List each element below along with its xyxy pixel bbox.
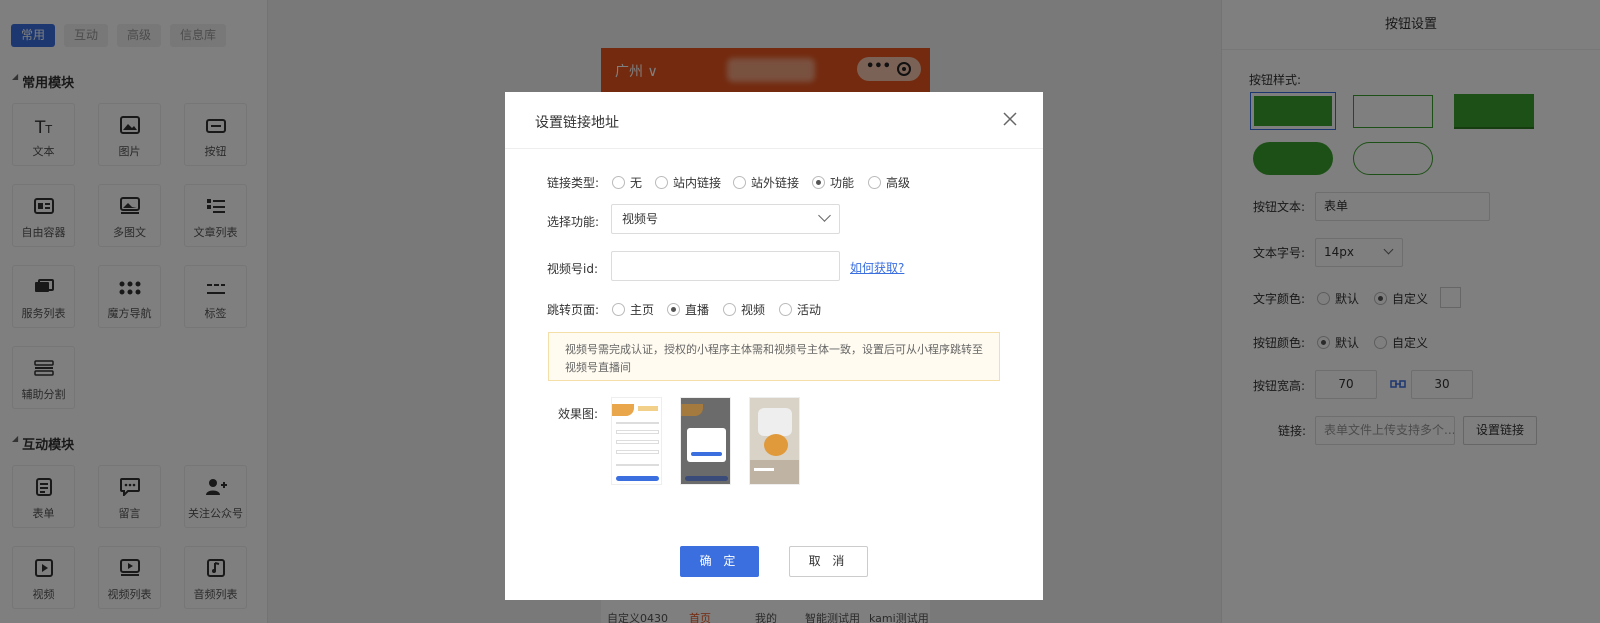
- how-to-get-link[interactable]: 如何获取?: [850, 259, 904, 276]
- link-type-label: 链接类型:: [547, 176, 600, 190]
- dialog-title: 设置链接地址: [535, 115, 619, 131]
- preview-image-2[interactable]: [680, 397, 731, 485]
- function-select[interactable]: 视频号: [611, 204, 840, 234]
- link-type-external-radio[interactable]: 站外链接: [733, 174, 799, 191]
- link-type-advanced-radio[interactable]: 高级: [868, 174, 910, 191]
- channel-id-input[interactable]: [611, 251, 840, 281]
- jump-live-radio[interactable]: 直播: [667, 301, 709, 318]
- notice-box: 视频号需完成认证，授权的小程序主体需和视频号主体一致，设置后可从小程序跳转至视频…: [548, 332, 1000, 381]
- set-link-dialog: 设置链接地址 链接类型: 无 站内链接 站外链接 功能 高级 选择功能: 视频号…: [505, 92, 1043, 600]
- preview-image-3[interactable]: [749, 397, 800, 485]
- channel-id-label: 视频号id:: [547, 262, 598, 276]
- jump-page-label: 跳转页面:: [547, 303, 600, 317]
- jump-video-radio[interactable]: 视频: [723, 301, 765, 318]
- confirm-button[interactable]: 确 定: [680, 546, 759, 577]
- close-icon[interactable]: [1001, 110, 1019, 128]
- cancel-button[interactable]: 取 消: [789, 546, 868, 577]
- link-type-function-radio[interactable]: 功能: [812, 174, 854, 191]
- function-value: 视频号: [622, 212, 659, 226]
- jump-home-radio[interactable]: 主页: [612, 301, 654, 318]
- chevron-down-icon: [818, 209, 831, 222]
- function-label: 选择功能:: [547, 215, 600, 229]
- jump-activity-radio[interactable]: 活动: [779, 301, 821, 318]
- dialog-header: 设置链接地址: [505, 92, 1043, 149]
- preview-label: 效果图:: [558, 407, 599, 421]
- link-type-internal-radio[interactable]: 站内链接: [655, 174, 721, 191]
- preview-image-1[interactable]: [611, 397, 662, 485]
- link-type-none-radio[interactable]: 无: [612, 174, 642, 191]
